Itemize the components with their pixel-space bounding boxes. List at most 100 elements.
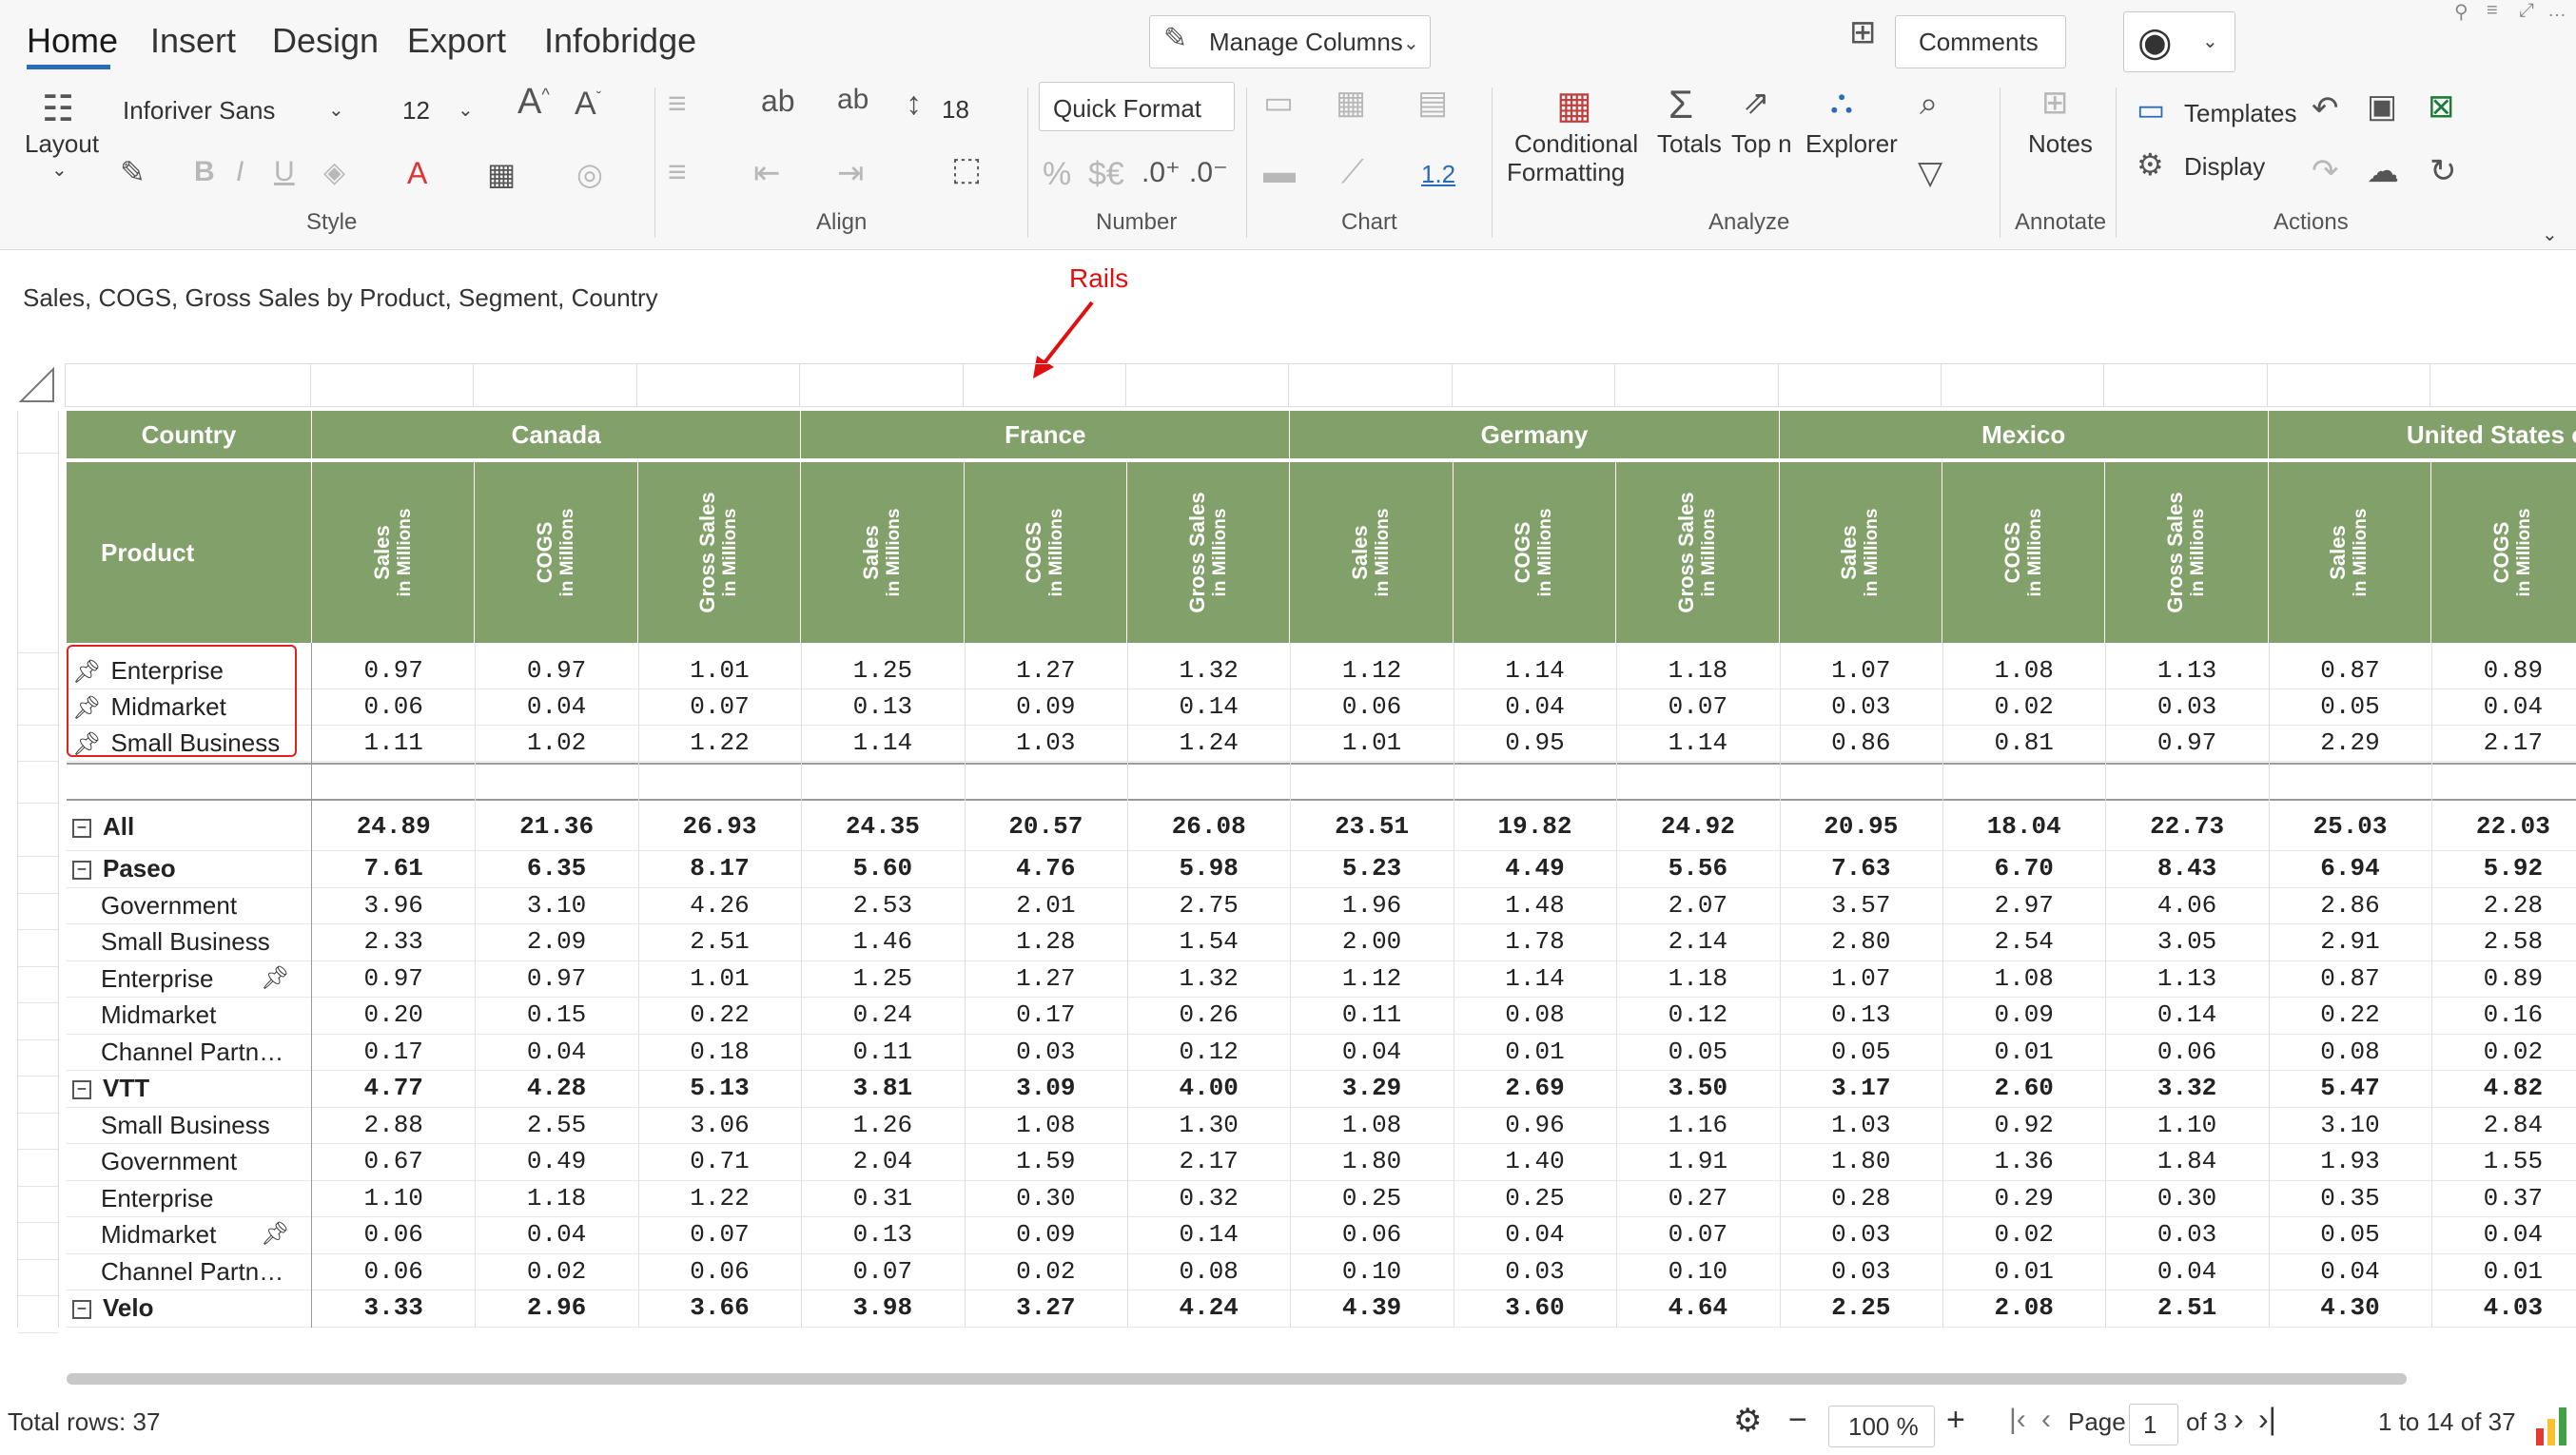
value-cell[interactable]: 0.89 <box>2431 960 2576 998</box>
value-cell[interactable]: 0.27 <box>1616 1180 1779 1217</box>
value-cell[interactable]: 6.35 <box>475 850 637 887</box>
select-all-corner[interactable] <box>17 363 57 405</box>
zoom-input[interactable]: 100 % <box>1828 1406 1935 1447</box>
bold-icon[interactable]: B <box>194 156 215 188</box>
horizontal-scrollbar[interactable] <box>67 1373 2407 1385</box>
tab-design[interactable]: Design <box>272 21 379 61</box>
indent-icon[interactable]: ⇥ <box>837 154 865 192</box>
stacked-chart-icon[interactable]: ▤ <box>1417 84 1448 122</box>
rail-cell[interactable] <box>962 364 1126 406</box>
pin-icon[interactable]: 📌︎ <box>261 960 289 998</box>
value-cell[interactable]: 0.13 <box>801 689 964 725</box>
value-cell[interactable]: 2.97 <box>1942 887 2105 924</box>
value-cell[interactable]: 1.14 <box>1454 960 1616 998</box>
row-label[interactable]: Channel Partn… <box>67 1034 310 1071</box>
value-cell[interactable]: 1.14 <box>1454 652 1616 689</box>
increase-font-icon[interactable]: A^ <box>517 82 550 123</box>
measure-column-header[interactable]: COGS in Millions <box>2431 462 2576 643</box>
row-label[interactable]: Government <box>67 1143 310 1180</box>
measure-column-header[interactable]: COGS in Millions <box>475 462 638 643</box>
value-cell[interactable]: 1.13 <box>2105 960 2268 998</box>
value-cell[interactable]: 1.07 <box>1780 960 1942 998</box>
value-cell[interactable]: 2.25 <box>1780 1290 1942 1327</box>
format-painter-icon[interactable]: ✎ <box>120 154 146 190</box>
value-cell[interactable]: 1.25 <box>801 652 964 689</box>
value-cell[interactable]: 0.01 <box>1942 1253 2105 1290</box>
value-cell[interactable]: 0.14 <box>1127 689 1290 725</box>
display-label[interactable]: Display <box>2184 152 2265 182</box>
value-cell[interactable]: 26.08 <box>1127 803 1290 850</box>
collapse-icon[interactable]: − <box>72 1300 91 1320</box>
value-cell[interactable]: 2.07 <box>1616 887 1779 924</box>
display-gear-icon[interactable]: ⚙ <box>2137 146 2164 183</box>
value-cell[interactable]: 3.05 <box>2105 923 2268 960</box>
value-cell[interactable]: 0.22 <box>638 997 801 1034</box>
value-cell[interactable]: 1.18 <box>475 1180 637 1217</box>
value-cell[interactable]: 0.03 <box>1780 1253 1942 1290</box>
value-cell[interactable]: 1.27 <box>965 960 1127 998</box>
value-cell[interactable]: 0.07 <box>1616 689 1779 725</box>
value-cell[interactable]: 1.18 <box>1616 960 1779 998</box>
value-cell[interactable]: 0.03 <box>965 1034 1127 1071</box>
value-cell[interactable]: 1.54 <box>1127 923 1290 960</box>
value-cell[interactable]: 2.86 <box>2269 887 2431 924</box>
value-cell[interactable]: 1.40 <box>1454 1143 1616 1180</box>
line-chart-icon[interactable]: ⟋ <box>1341 154 1364 191</box>
value-cell[interactable]: 20.95 <box>1780 803 1942 850</box>
value-cell[interactable]: 8.43 <box>2105 850 2268 887</box>
visibility-icon[interactable]: ◎ <box>576 156 603 192</box>
conditional-formatting-label-2[interactable]: Formatting <box>1507 158 1625 187</box>
value-cell[interactable]: 7.63 <box>1780 850 1942 887</box>
value-cell[interactable]: 1.59 <box>965 1143 1127 1180</box>
line-height-icon[interactable]: ↕ <box>906 86 922 123</box>
value-cell[interactable]: 0.06 <box>638 1253 801 1290</box>
value-cell[interactable]: 4.49 <box>1454 850 1616 887</box>
value-cell[interactable]: 2.33 <box>312 923 475 960</box>
value-cell[interactable]: 0.25 <box>1454 1180 1616 1217</box>
undo-icon[interactable]: ↶ <box>2312 89 2339 127</box>
value-cell[interactable]: 0.09 <box>965 1216 1127 1253</box>
rail-cell[interactable] <box>1451 364 1615 406</box>
value-cell[interactable]: 1.08 <box>1290 1107 1453 1144</box>
value-cell[interactable]: 0.05 <box>1780 1034 1942 1071</box>
page-input[interactable]: 1 <box>2129 1404 2178 1445</box>
value-cell[interactable]: 0.12 <box>1127 1034 1290 1071</box>
value-cell[interactable]: 0.17 <box>965 997 1127 1034</box>
value-cell[interactable]: 3.10 <box>2269 1107 2431 1144</box>
value-cell[interactable]: 4.28 <box>475 1070 637 1107</box>
value-cell[interactable]: 2.96 <box>475 1290 637 1327</box>
filter-funnel-icon[interactable]: ▽ <box>1918 154 1942 192</box>
value-cell[interactable]: 0.09 <box>965 689 1127 725</box>
value-cell[interactable]: 2.69 <box>1454 1070 1616 1107</box>
value-cell[interactable]: 1.02 <box>475 725 637 761</box>
search-icon[interactable]: ⌕ <box>1920 86 1938 123</box>
value-cell[interactable]: 1.26 <box>801 1107 964 1144</box>
value-cell[interactable]: 3.50 <box>1616 1070 1779 1107</box>
filter-icon[interactable]: ≡ <box>2487 0 2498 22</box>
bar-chart-icon[interactable]: ▭ <box>1263 84 1294 122</box>
value-cell[interactable]: 1.80 <box>1780 1143 1942 1180</box>
value-cell[interactable]: 0.02 <box>475 1253 637 1290</box>
value-cell[interactable]: 0.26 <box>1127 997 1290 1034</box>
value-cell[interactable]: 1.12 <box>1290 960 1453 998</box>
value-cell[interactable]: 5.56 <box>1616 850 1779 887</box>
rail-cell[interactable] <box>1777 364 1942 406</box>
value-cell[interactable]: 2.75 <box>1127 887 1290 924</box>
value-cell[interactable]: 0.07 <box>1616 1216 1779 1253</box>
value-cell[interactable]: 0.07 <box>638 689 801 725</box>
totals-icon[interactable]: Σ <box>1669 82 1693 127</box>
value-cell[interactable]: 0.20 <box>312 997 475 1034</box>
value-cell[interactable]: 5.60 <box>801 850 964 887</box>
rail-cell[interactable] <box>2430 364 2576 406</box>
value-cell[interactable]: 0.87 <box>2269 652 2431 689</box>
value-cell[interactable]: 0.13 <box>801 1216 964 1253</box>
outdent-icon[interactable]: ⇤ <box>753 154 781 192</box>
value-cell[interactable]: 26.93 <box>638 803 801 850</box>
value-cell[interactable]: 21.36 <box>475 803 637 850</box>
value-cell[interactable]: 0.04 <box>475 1216 637 1253</box>
value-cell[interactable]: 4.77 <box>312 1070 475 1107</box>
value-cell[interactable]: 2.55 <box>475 1107 637 1144</box>
value-cell[interactable]: 0.89 <box>2431 652 2576 689</box>
value-cell[interactable]: 0.07 <box>638 1216 801 1253</box>
value-cell[interactable]: 1.07 <box>1780 652 1942 689</box>
